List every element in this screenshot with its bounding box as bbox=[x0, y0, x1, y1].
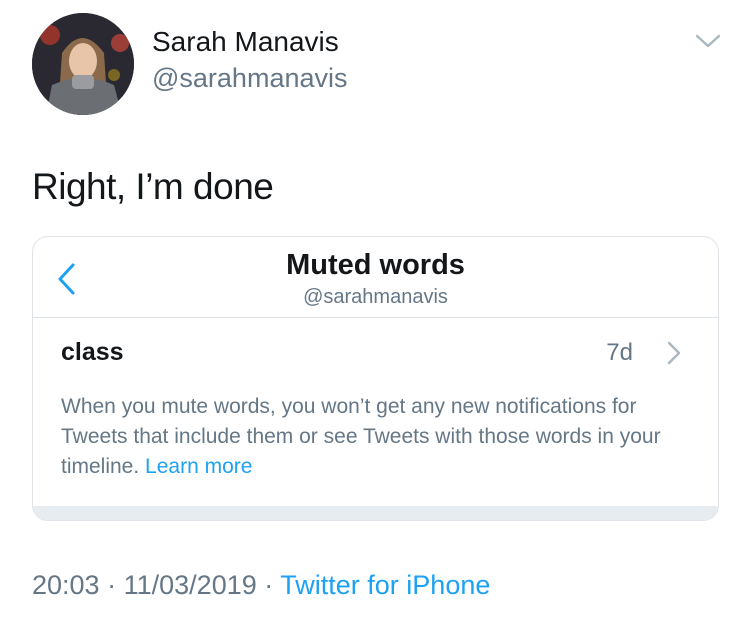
tweet-time[interactable]: 20:03 bbox=[32, 570, 100, 600]
chevron-right-icon bbox=[666, 340, 682, 366]
avatar[interactable] bbox=[32, 13, 134, 115]
attached-screenshot[interactable]: Muted words @sarahmanavis class 7d When … bbox=[32, 236, 719, 521]
muted-word-row: class 7d bbox=[33, 318, 718, 380]
muted-word-age: 7d bbox=[606, 339, 633, 366]
separator-dot: · bbox=[107, 570, 117, 600]
chevron-down-icon[interactable] bbox=[694, 31, 722, 51]
mute-info-text: When you mute words, you won’t get any n… bbox=[61, 392, 701, 482]
screenshot-subtitle: @sarahmanavis bbox=[303, 286, 448, 308]
tweet-text: Right, I’m done bbox=[32, 166, 274, 207]
author-name[interactable]: Sarah Manavis bbox=[152, 26, 339, 58]
tweet-meta: 20:03 · 11/03/2019 · Twitter for iPhone bbox=[32, 570, 490, 601]
author-handle[interactable]: @sarahmanavis bbox=[152, 63, 348, 94]
muted-word: class bbox=[61, 338, 124, 366]
learn-more-link: Learn more bbox=[145, 455, 253, 478]
separator-dot: · bbox=[264, 570, 274, 600]
tweet-source-link[interactable]: Twitter for iPhone bbox=[280, 570, 490, 600]
screenshot-title: Muted words bbox=[286, 249, 465, 281]
screenshot-footer-band bbox=[33, 506, 718, 520]
tweet-date[interactable]: 11/03/2019 bbox=[124, 570, 257, 600]
avatar-photo bbox=[32, 13, 134, 115]
